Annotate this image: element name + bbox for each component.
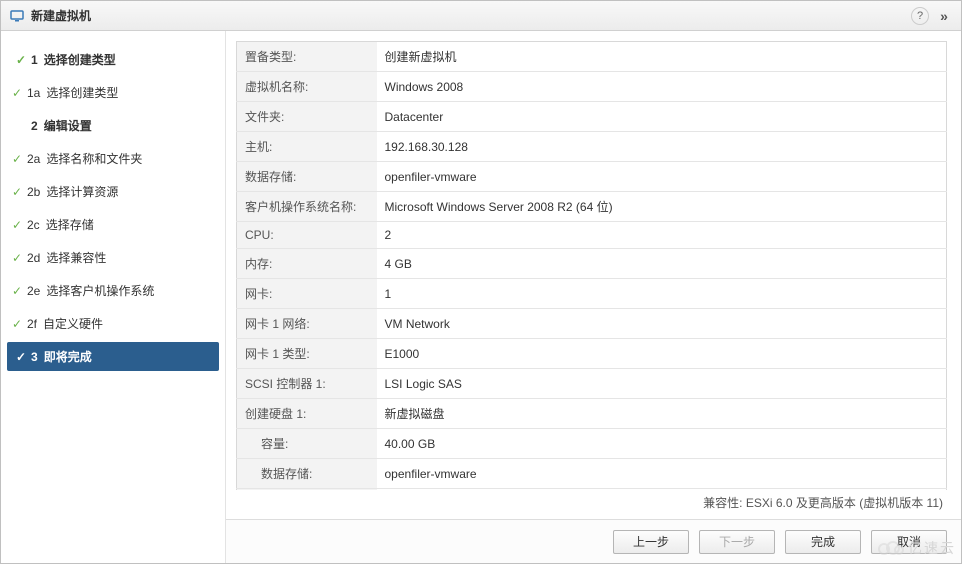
summary-row: CPU:2 xyxy=(237,222,947,249)
summary-key: 内存: xyxy=(237,249,377,279)
summary-key: 创建硬盘 1: xyxy=(237,399,377,429)
summary-row: 虚拟机名称:Windows 2008 xyxy=(237,72,947,102)
step-label: 自定义硬件 xyxy=(43,315,103,332)
summary-row: 网卡 1 类型:E1000 xyxy=(237,339,947,369)
step-number: 2e xyxy=(27,284,40,298)
step-number: 2b xyxy=(27,185,40,199)
summary-key: 数据存储: xyxy=(237,162,377,192)
summary-row: SCSI 控制器 1:LSI Logic SAS xyxy=(237,369,947,399)
step-number: 1a xyxy=(27,86,40,100)
finish-button[interactable]: 完成 xyxy=(785,530,861,554)
summary-value: 4 GB xyxy=(377,249,947,279)
summary-key: 客户机操作系统名称: xyxy=(237,192,377,222)
summary-key: SCSI 控制器 1: xyxy=(237,369,377,399)
summary-value: 40.00 GB xyxy=(377,429,947,459)
step-number: 2a xyxy=(27,152,40,166)
step-number: 2c xyxy=(27,218,40,232)
window-title: 新建虚拟机 xyxy=(31,7,91,24)
summary-value: 1 xyxy=(377,279,947,309)
titlebar: 新建虚拟机 ? » xyxy=(1,1,961,31)
summary-value: Datacenter xyxy=(377,102,947,132)
step-number: 2 xyxy=(31,119,38,133)
fastforward-button[interactable]: » xyxy=(935,7,953,25)
step-number: 2f xyxy=(27,317,37,331)
vm-icon xyxy=(9,8,25,24)
step-number: 3 xyxy=(31,350,38,364)
summary-value: Microsoft Windows Server 2008 R2 (64 位) xyxy=(377,192,947,222)
summary-key: 网卡: xyxy=(237,279,377,309)
summary-key: 数据存储: xyxy=(237,459,377,489)
help-button[interactable]: ? xyxy=(911,7,929,25)
check-icon: ✓ xyxy=(7,185,27,199)
wizard-step-1[interactable]: ✓1 选择创建类型 xyxy=(7,45,219,74)
summary-row: 网卡:1 xyxy=(237,279,947,309)
summary-key: 文件夹: xyxy=(237,102,377,132)
wizard-step-1a[interactable]: ✓1a 选择创建类型 xyxy=(7,78,219,107)
summary-value: Windows 2008 xyxy=(377,72,947,102)
wizard-sidebar: ✓1选择创建类型✓1a选择创建类型2编辑设置✓2a选择名称和文件夹✓2b选择计算… xyxy=(1,31,226,563)
step-number: 1 xyxy=(31,53,38,67)
summary-key: CPU: xyxy=(237,222,377,249)
cancel-button[interactable]: 取消 xyxy=(871,530,947,554)
summary-key: 主机: xyxy=(237,132,377,162)
step-label: 选择兼容性 xyxy=(46,249,106,266)
summary-value: openfiler-vmware xyxy=(377,162,947,192)
check-icon: ✓ xyxy=(11,350,31,364)
step-label: 选择客户机操作系统 xyxy=(46,282,154,299)
summary-row: 数据存储:openfiler-vmware xyxy=(237,459,947,489)
step-label: 选择存储 xyxy=(46,216,94,233)
summary-value: 创建新虚拟机 xyxy=(377,42,947,72)
wizard-step-2b[interactable]: ✓2b 选择计算资源 xyxy=(7,177,219,206)
summary-row: 容量:40.00 GB xyxy=(237,429,947,459)
summary-row: 数据存储:openfiler-vmware xyxy=(237,162,947,192)
summary-value: E1000 xyxy=(377,339,947,369)
summary-key: 网卡 1 类型: xyxy=(237,339,377,369)
wizard-step-2c[interactable]: ✓2c 选择存储 xyxy=(7,210,219,239)
check-icon: ✓ xyxy=(7,284,27,298)
wizard-step-3[interactable]: ✓3 即将完成 xyxy=(7,342,219,371)
summary-value: VM Network xyxy=(377,309,947,339)
check-icon: ✓ xyxy=(7,218,27,232)
summary-table: 置备类型:创建新虚拟机虚拟机名称:Windows 2008文件夹:Datacen… xyxy=(236,41,947,490)
summary-row: 创建硬盘 1:新虚拟磁盘 xyxy=(237,399,947,429)
check-icon: ✓ xyxy=(7,317,27,331)
summary-row: 网卡 1 网络:VM Network xyxy=(237,309,947,339)
new-vm-dialog: 新建虚拟机 ? » ✓1选择创建类型✓1a选择创建类型2编辑设置✓2a选择名称和… xyxy=(0,0,962,564)
step-label: 选择创建类型 xyxy=(46,84,118,101)
wizard-footer: 上一步 下一步 完成 取消 xyxy=(226,519,961,563)
check-icon: ✓ xyxy=(7,251,27,265)
step-label: 即将完成 xyxy=(44,348,92,365)
next-button[interactable]: 下一步 xyxy=(699,530,775,554)
summary-key: 容量: xyxy=(237,429,377,459)
summary-value: 192.168.30.128 xyxy=(377,132,947,162)
wizard-step-2f[interactable]: ✓2f 自定义硬件 xyxy=(7,309,219,338)
summary-row: 文件夹:Datacenter xyxy=(237,102,947,132)
wizard-step-2d[interactable]: ✓2d 选择兼容性 xyxy=(7,243,219,272)
summary-row: 置备类型:创建新虚拟机 xyxy=(237,42,947,72)
step-label: 编辑设置 xyxy=(44,117,92,134)
content-area: 置备类型:创建新虚拟机虚拟机名称:Windows 2008文件夹:Datacen… xyxy=(226,31,961,563)
summary-row: 内存:4 GB xyxy=(237,249,947,279)
summary-key: 网卡 1 网络: xyxy=(237,309,377,339)
wizard-step-2a[interactable]: ✓2a 选择名称和文件夹 xyxy=(7,144,219,173)
back-button[interactable]: 上一步 xyxy=(613,530,689,554)
summary-row: 主机:192.168.30.128 xyxy=(237,132,947,162)
step-label: 选择名称和文件夹 xyxy=(46,150,142,167)
wizard-step-2[interactable]: 2 编辑设置 xyxy=(7,111,219,140)
summary-value: openfiler-vmware xyxy=(377,459,947,489)
check-icon: ✓ xyxy=(7,152,27,166)
check-icon: ✓ xyxy=(7,86,27,100)
step-label: 选择计算资源 xyxy=(46,183,118,200)
summary-key: 虚拟机名称: xyxy=(237,72,377,102)
compatibility-text: 兼容性: ESXi 6.0 及更高版本 (虚拟机版本 11) xyxy=(226,490,961,519)
summary-key: 置备类型: xyxy=(237,42,377,72)
check-icon: ✓ xyxy=(11,53,31,67)
step-label: 选择创建类型 xyxy=(44,51,116,68)
summary-value: 新虚拟磁盘 xyxy=(377,399,947,429)
summary-row: 客户机操作系统名称:Microsoft Windows Server 2008 … xyxy=(237,192,947,222)
step-number: 2d xyxy=(27,251,40,265)
wizard-step-2e[interactable]: ✓2e 选择客户机操作系统 xyxy=(7,276,219,305)
summary-value: 2 xyxy=(377,222,947,249)
summary-value: LSI Logic SAS xyxy=(377,369,947,399)
